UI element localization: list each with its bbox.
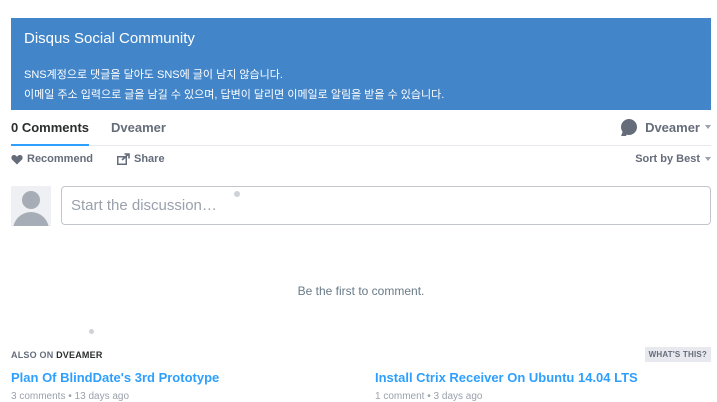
related-story-meta: 3 comments • 13 days ago <box>11 391 219 402</box>
tab-comments[interactable]: 0 Comments <box>11 120 90 146</box>
recommend-button[interactable]: Recommend <box>11 153 93 165</box>
comment-input[interactable] <box>71 187 691 224</box>
recommend-label: Recommend <box>27 153 94 165</box>
whats-this-link[interactable]: WHAT'S THIS? <box>644 347 711 362</box>
also-on-prefix: ALSO ON <box>11 350 54 360</box>
discussion-nav: 0 Comments Dveamer Dveamer <box>11 111 711 146</box>
related-story-comments: 1 comment <box>375 391 425 402</box>
loading-dot <box>89 329 94 334</box>
avatar-head <box>22 191 40 209</box>
avatar-body <box>13 212 49 226</box>
related-story-title[interactable]: Plan Of BlindDate's 3rd Prototype <box>11 370 219 385</box>
related-story-title[interactable]: Install Ctrix Receiver On Ubuntu 14.04 L… <box>375 370 638 385</box>
empty-thread-message: Be the first to comment. <box>297 284 425 298</box>
share-label: Share <box>134 153 165 165</box>
heart-icon <box>11 154 23 164</box>
thread-actions: Recommend Share Sort by Best <box>11 153 711 169</box>
loading-dot <box>234 191 240 197</box>
banner-notice-line-2: 이메일 주소 입력으로 글을 남길 수 있으며, 답변이 달리면 이메일로 알림… <box>24 89 445 101</box>
banner-notice-line-1: SNS계정으로 댓글을 달아도 SNS에 글이 남지 않습니다. <box>24 69 283 81</box>
related-story-age: 13 days ago <box>74 391 130 402</box>
related-story-age: 3 days ago <box>433 391 483 402</box>
banner-title: Disqus Social Community <box>24 30 195 47</box>
meta-separator: • <box>68 391 72 402</box>
related-story-comments: 3 comments <box>11 391 66 402</box>
sort-dropdown[interactable]: Sort by Best <box>635 153 711 165</box>
also-on-forum: DVEAMER <box>56 350 103 360</box>
chevron-down-icon <box>705 157 711 161</box>
related-story[interactable]: Plan Of BlindDate's 3rd Prototype 3 comm… <box>11 370 219 402</box>
community-banner: Disqus Social Community SNS계정으로 댓글을 달아도 … <box>11 18 711 110</box>
sort-label: Sort by Best <box>635 153 700 165</box>
related-story-meta: 1 comment • 3 days ago <box>375 391 638 402</box>
related-story[interactable]: Install Ctrix Receiver On Ubuntu 14.04 L… <box>375 370 638 402</box>
share-arrow-icon <box>117 153 130 165</box>
tab-community[interactable]: Dveamer <box>111 120 166 135</box>
share-button[interactable]: Share <box>117 153 165 165</box>
meta-separator: • <box>427 391 431 402</box>
default-avatar-icon <box>11 186 51 226</box>
speech-bubble-icon <box>621 119 638 135</box>
comment-composer[interactable] <box>61 186 711 225</box>
chevron-down-icon <box>705 125 711 129</box>
also-on-heading: ALSO ON DVEAMER <box>11 350 103 360</box>
user-menu-label: Dveamer <box>645 119 700 135</box>
user-menu[interactable]: Dveamer <box>621 119 711 135</box>
